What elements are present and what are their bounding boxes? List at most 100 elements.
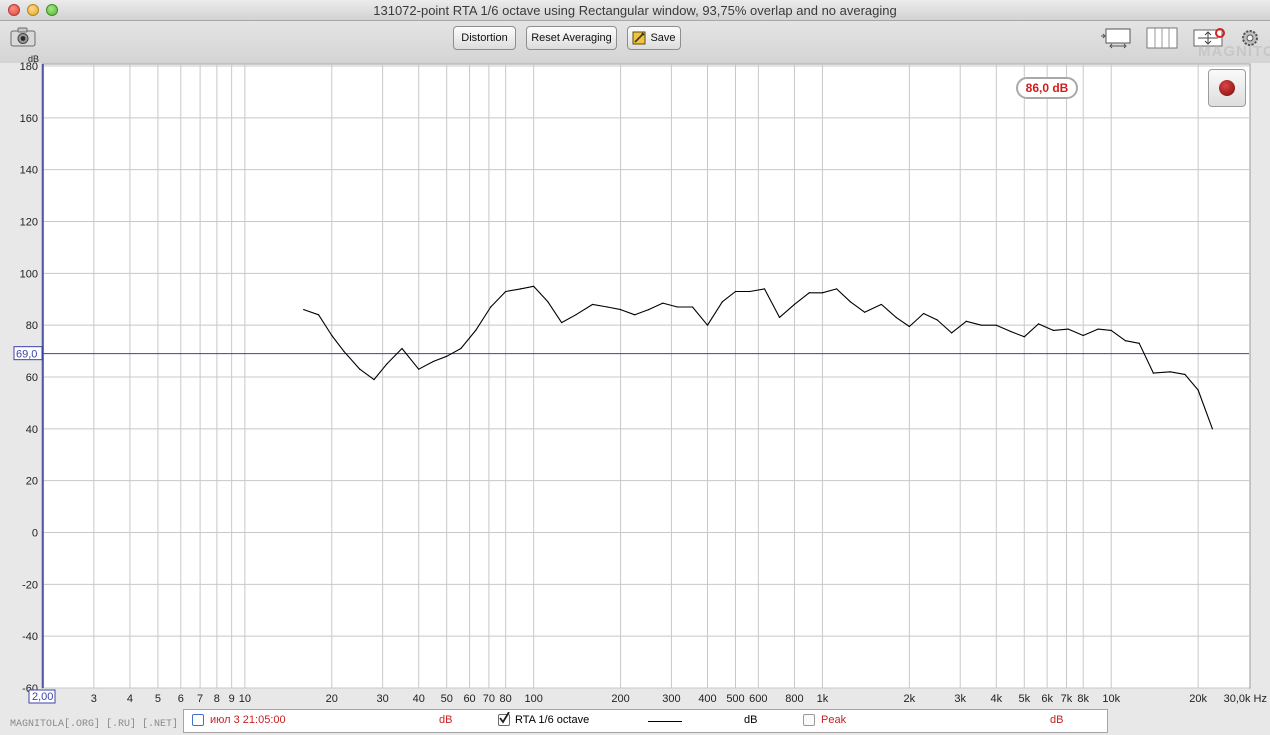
data-point	[965, 320, 967, 322]
data-point	[303, 309, 305, 311]
y-axis-labels: -60-40-20020406080100120140160180	[20, 61, 38, 695]
data-point	[1197, 389, 1199, 391]
x-tick-label: 4k	[990, 693, 1002, 705]
legend-checkbox-measurement[interactable]	[192, 714, 204, 726]
x-tick-label: 50	[441, 693, 453, 705]
y-tick-label: -20	[22, 579, 38, 591]
x-tick-label: 10k	[1102, 693, 1120, 705]
x-tick-label: 400	[698, 693, 716, 705]
y-tick-label: -40	[22, 631, 38, 643]
x-tick-label: 500	[726, 693, 744, 705]
x-tick-label: 4	[127, 693, 133, 705]
data-point	[936, 319, 938, 321]
x-tick-label: 5k	[1018, 693, 1030, 705]
data-point	[1052, 329, 1054, 331]
x-tick-label: 600	[749, 693, 767, 705]
data-point	[749, 290, 751, 293]
data-point	[619, 309, 622, 311]
data-point	[662, 302, 664, 304]
x-tick-label: 1k	[817, 693, 829, 705]
data-point	[418, 368, 420, 370]
x-tick-label: 7k	[1061, 693, 1073, 705]
data-point	[505, 290, 507, 293]
data-point	[331, 334, 333, 337]
record-button[interactable]	[1208, 69, 1246, 107]
data-point	[734, 290, 737, 293]
data-point	[432, 360, 435, 363]
data-point	[606, 306, 608, 308]
data-point	[1110, 329, 1112, 331]
data-point	[980, 324, 982, 326]
x-tick-label: 60	[463, 693, 475, 705]
x-tick-label: 3k	[954, 693, 966, 705]
x-tick-label: 3	[91, 693, 97, 705]
data-point	[343, 350, 345, 352]
data-point	[950, 332, 953, 334]
x-tick-label: 20	[326, 693, 338, 705]
x-tick-label: 7	[197, 693, 203, 705]
data-point	[1184, 373, 1186, 376]
data-point	[547, 301, 549, 303]
x-tick-label: 300	[662, 693, 680, 705]
legend-checkbox-rta[interactable]	[498, 712, 510, 726]
x-tick-label: 8k	[1077, 693, 1089, 705]
y-tick-label: 100	[20, 268, 38, 280]
x-tick-label: 5	[155, 693, 161, 705]
x-tick-label: 9	[229, 693, 235, 705]
legend-measurement-label: июл 3 21:05:00	[210, 714, 286, 726]
data-point	[995, 324, 997, 326]
legend-rta-unit: dB	[744, 714, 758, 726]
spl-readout: 86,0 dB	[1016, 77, 1078, 99]
data-point	[1082, 334, 1084, 337]
data-point	[1067, 328, 1069, 330]
data-point	[446, 355, 448, 357]
data-point	[880, 303, 882, 306]
x-tick-label: 6k	[1041, 693, 1053, 705]
data-point	[793, 303, 796, 306]
x-axis-labels: 3 4 5 6 7 8 9 10 20 30 40 50 60 70 80 100 200 300 400 500 60…	[91, 693, 1267, 705]
data-point	[1010, 331, 1012, 333]
plot-area	[41, 63, 1251, 689]
data-point	[1152, 372, 1155, 374]
legend-peak-unit: dB	[1050, 714, 1064, 726]
data-point	[849, 301, 852, 303]
data-point	[1097, 328, 1099, 330]
legend-bar: июл 3 21:05:00 dB RTA 1/6 octave dB Peak…	[183, 709, 1108, 733]
y-tick-label: 0	[32, 528, 38, 540]
x-tick-label: 10	[239, 693, 251, 705]
data-point	[475, 329, 477, 331]
data-point	[386, 363, 388, 365]
data-point	[864, 311, 866, 313]
legend-peak-label: Peak	[821, 714, 847, 726]
data-point	[808, 292, 810, 294]
y-tick-label: 60	[26, 372, 38, 384]
data-point	[519, 288, 522, 290]
x-tick-label: 800	[785, 693, 803, 705]
checkmark-icon	[499, 712, 510, 724]
data-point	[575, 314, 577, 316]
data-point	[359, 368, 361, 370]
data-point	[634, 314, 636, 316]
data-point	[533, 285, 535, 287]
data-point	[317, 314, 320, 316]
data-point	[691, 306, 694, 308]
legend-measurement-unit: dB	[439, 714, 453, 726]
data-point	[1138, 342, 1140, 344]
x-tick-label: 80	[500, 693, 512, 705]
data-point	[895, 316, 897, 318]
cursor-value: 69,0	[16, 349, 37, 361]
x-tick-label: 30	[377, 693, 389, 705]
data-point	[908, 325, 910, 328]
legend-checkbox-peak[interactable]	[803, 714, 815, 726]
legend-rta-swatch	[648, 721, 682, 722]
y-tick-label: 20	[26, 476, 38, 488]
data-point	[821, 292, 824, 294]
x-tick-label: 2k	[904, 693, 916, 705]
data-point	[676, 306, 679, 308]
rta-chart[interactable]: -60-40-20020406080100120140160180 345678…	[0, 0, 1270, 708]
data-point	[591, 303, 594, 306]
data-point	[1211, 428, 1213, 430]
data-point	[922, 312, 925, 315]
legend-rta-label: RTA 1/6 octave	[515, 714, 590, 726]
data-point	[836, 288, 838, 290]
